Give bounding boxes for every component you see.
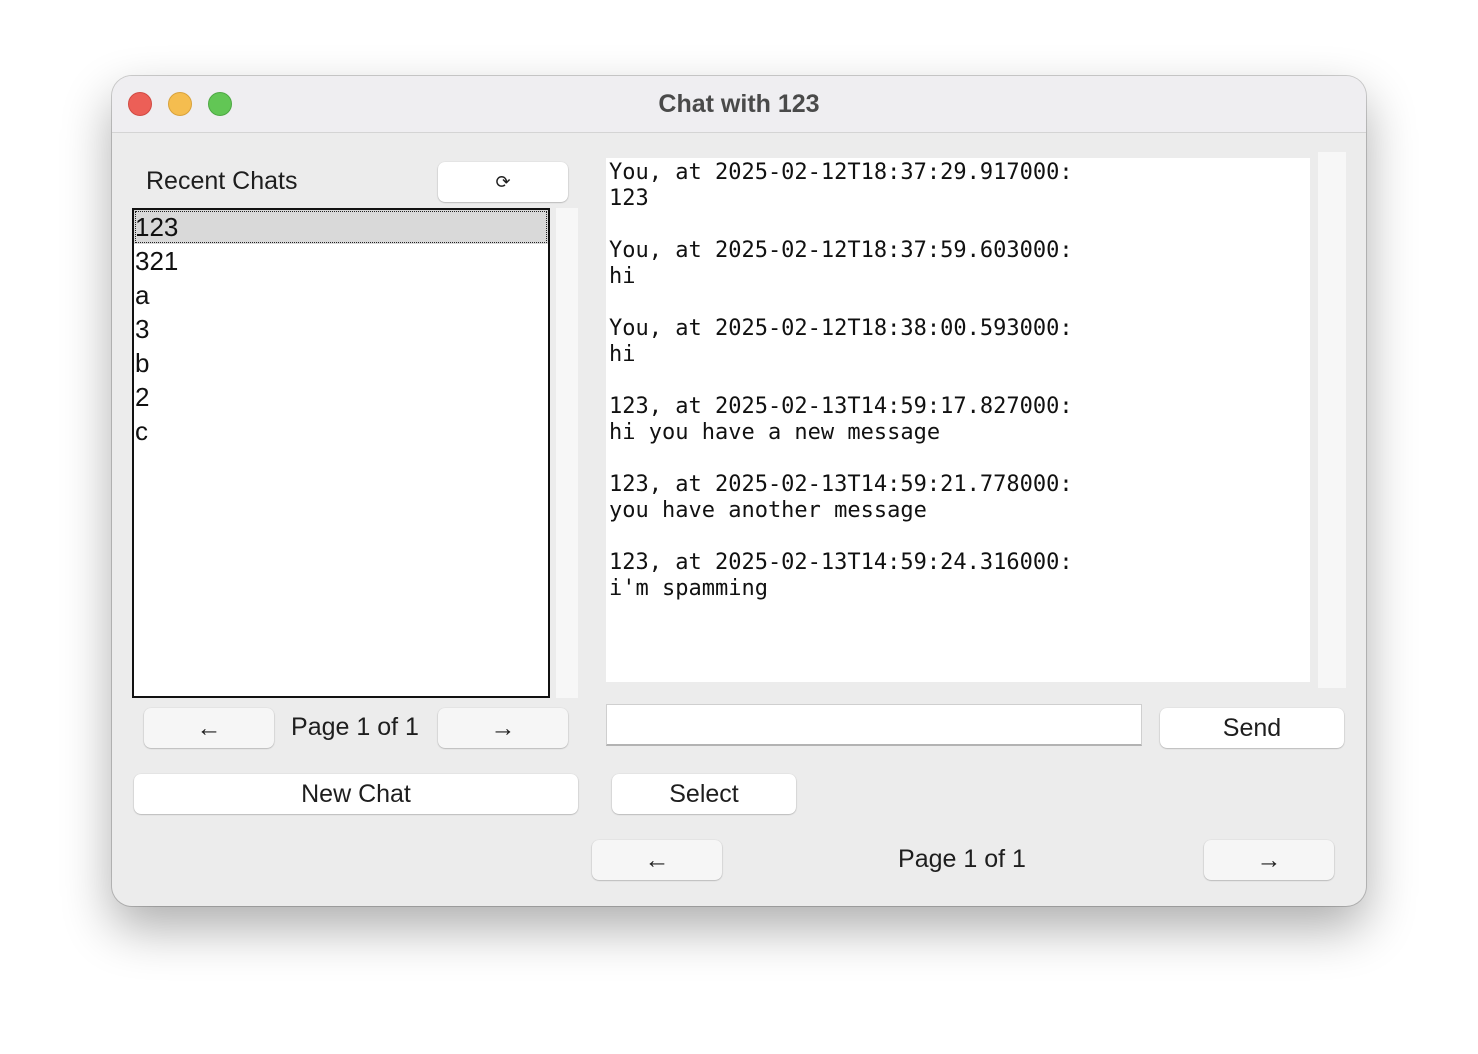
chat-list-item[interactable]: a bbox=[134, 278, 548, 312]
chat-message: 123, at 2025-02-13T14:59:17.827000: hi yo… bbox=[609, 394, 1310, 446]
recent-chats-list[interactable]: 123 321 a 3 b 2 c bbox=[132, 208, 550, 698]
refresh-icon: ⟳ bbox=[495, 172, 511, 192]
message-header: 123, at 2025-02-13T14:59:24.316000: bbox=[609, 550, 1073, 575]
recent-chats-scrollbar[interactable] bbox=[556, 208, 578, 698]
message-text: i'm spamming bbox=[609, 576, 768, 601]
messages-page-indicator: Page 1 of 1 bbox=[898, 845, 1026, 873]
message-text: 123 bbox=[609, 186, 649, 211]
message-text: hi bbox=[609, 342, 636, 367]
chat-list-item[interactable]: b bbox=[134, 346, 548, 380]
chat-message: You, at 2025-02-12T18:37:59.603000: hi bbox=[609, 238, 1310, 290]
chat-message: You, at 2025-02-12T18:38:00.593000: hi bbox=[609, 316, 1310, 368]
messages-prev-page-button[interactable]: ← bbox=[592, 840, 722, 880]
chat-message: 123, at 2025-02-13T14:59:24.316000: i'm s… bbox=[609, 550, 1310, 602]
chat-messages-area[interactable]: You, at 2025-02-12T18:37:29.917000: 123 Yo… bbox=[606, 158, 1310, 682]
chat-list-item[interactable]: 2 bbox=[134, 380, 548, 414]
recent-chats-heading: Recent Chats bbox=[146, 167, 298, 195]
arrow-right-icon: → bbox=[490, 714, 516, 742]
message-text: hi you have a new message bbox=[609, 420, 941, 445]
chats-page-indicator: Page 1 of 1 bbox=[291, 713, 419, 741]
chat-message: You, at 2025-02-12T18:37:29.917000: 123 bbox=[609, 160, 1310, 212]
message-header: 123, at 2025-02-13T14:59:17.827000: bbox=[609, 394, 1073, 419]
message-header: You, at 2025-02-12T18:37:59.603000: bbox=[609, 238, 1073, 263]
message-header: 123, at 2025-02-13T14:59:21.778000: bbox=[609, 472, 1073, 497]
messages-next-page-button[interactable]: → bbox=[1204, 840, 1334, 880]
chats-prev-page-button[interactable]: ← bbox=[144, 708, 274, 748]
window-title: Chat with 123 bbox=[658, 90, 820, 118]
chat-list-item[interactable]: 123 bbox=[134, 210, 548, 244]
chat-list-item[interactable]: c bbox=[134, 414, 548, 448]
chat-list-item[interactable]: 3 bbox=[134, 312, 548, 346]
title-bar: Chat with 123 bbox=[112, 76, 1366, 133]
send-button[interactable]: Send bbox=[1160, 708, 1344, 748]
select-button[interactable]: Select bbox=[612, 774, 796, 814]
chats-next-page-button[interactable]: → bbox=[438, 708, 568, 748]
message-header: You, at 2025-02-12T18:37:29.917000: bbox=[609, 160, 1073, 185]
chat-list-item[interactable]: 321 bbox=[134, 244, 548, 278]
message-text: hi bbox=[609, 264, 636, 289]
arrow-left-icon: ← bbox=[644, 846, 670, 874]
chat-messages-scrollbar[interactable] bbox=[1318, 152, 1346, 688]
arrow-left-icon: ← bbox=[196, 714, 222, 742]
refresh-chats-button[interactable]: ⟳ bbox=[438, 162, 568, 202]
new-chat-button[interactable]: New Chat bbox=[134, 774, 578, 814]
chat-window: Chat with 123 Recent Chats ⟳ 123 321 a 3 b 2 c… bbox=[112, 76, 1366, 906]
message-header: You, at 2025-02-12T18:38:00.593000: bbox=[609, 316, 1073, 341]
chat-message: 123, at 2025-02-13T14:59:21.778000: you h… bbox=[609, 472, 1310, 524]
message-text: you have another message bbox=[609, 498, 927, 523]
arrow-right-icon: → bbox=[1256, 846, 1282, 874]
message-input[interactable] bbox=[606, 704, 1142, 746]
